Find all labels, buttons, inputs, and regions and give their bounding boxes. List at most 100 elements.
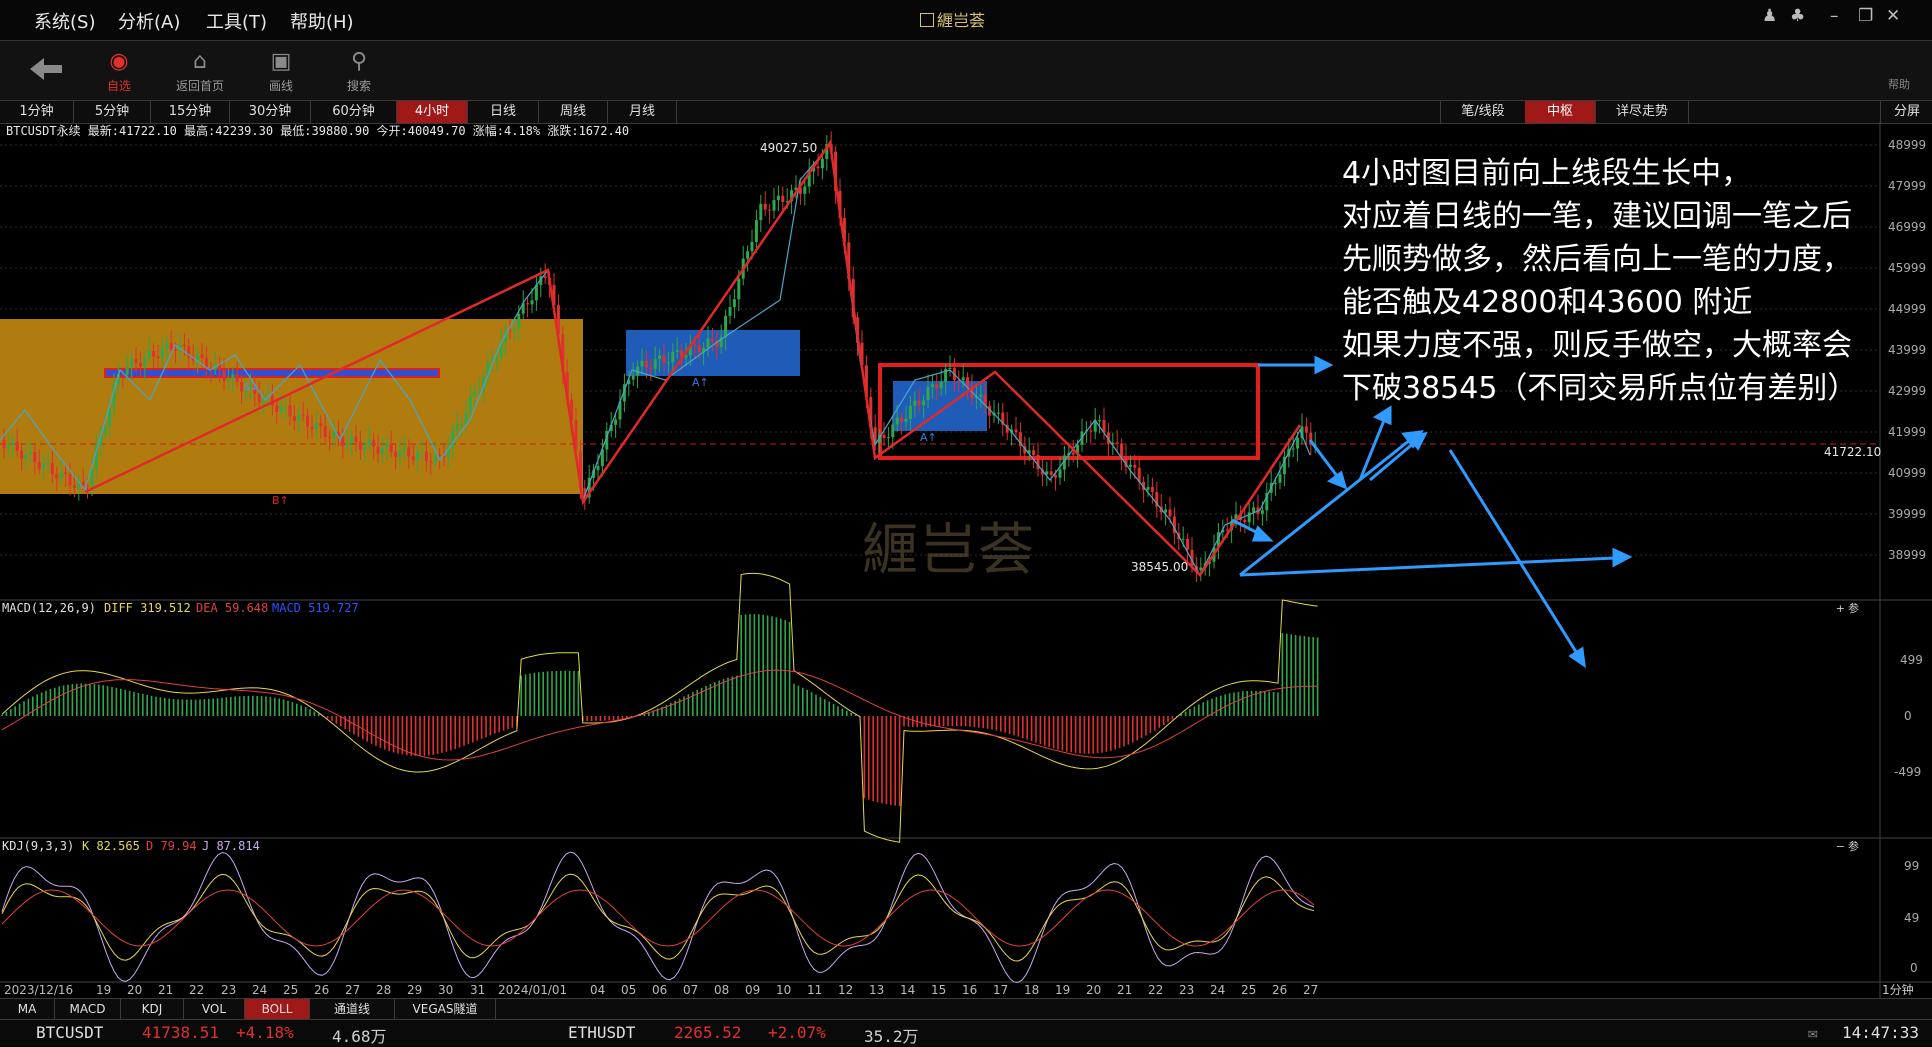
date-tick: 29 bbox=[407, 983, 422, 997]
tab-5min[interactable]: 5分钟 bbox=[74, 101, 151, 123]
macd-bar bbox=[969, 716, 971, 727]
message-icon[interactable]: ✉ bbox=[1808, 1023, 1818, 1042]
macd-bar bbox=[1066, 716, 1068, 752]
kdj-minus-button[interactable]: − bbox=[1836, 840, 1845, 853]
candle-body bbox=[1260, 510, 1264, 514]
candle-body bbox=[341, 436, 345, 447]
date-tick: 13 bbox=[869, 983, 884, 997]
macd-add-button[interactable]: + bbox=[1836, 602, 1845, 615]
indicator-bar: MA MACD KDJ VOL BOLL 通道线 VEGAS隧道 bbox=[0, 998, 1932, 1020]
macd-bar bbox=[507, 716, 509, 730]
restore-icon[interactable]: ❐ bbox=[1858, 6, 1873, 26]
user-icon[interactable]: ♟ bbox=[1762, 6, 1777, 26]
tab-monthly[interactable]: 月线 bbox=[608, 101, 677, 123]
split-screen-button[interactable]: 分屏 bbox=[1880, 101, 1932, 123]
candle-body bbox=[996, 412, 1000, 414]
price-tick: 38999 bbox=[1888, 548, 1926, 562]
tab-weekly[interactable]: 周线 bbox=[539, 101, 608, 123]
home-button[interactable]: ⌂ 返回首页 bbox=[165, 47, 235, 94]
menu-system[interactable]: 系统(S) bbox=[34, 8, 95, 34]
macd-bar bbox=[366, 716, 368, 742]
candle-body bbox=[1054, 474, 1058, 478]
macd-bar bbox=[296, 703, 298, 716]
tab-stroke-segment[interactable]: 笔/线段 bbox=[1440, 101, 1526, 123]
date-tick: 17 bbox=[993, 983, 1008, 997]
date-tick: 10 bbox=[776, 983, 791, 997]
indicator-tab-macd[interactable]: MACD bbox=[55, 999, 121, 1020]
macd-bar bbox=[194, 699, 197, 716]
macd-bar bbox=[762, 614, 764, 716]
minimize-icon[interactable]: – bbox=[1830, 6, 1839, 26]
candle-body bbox=[174, 349, 178, 351]
indicator-tab-vegas[interactable]: VEGAS隧道 bbox=[395, 999, 496, 1020]
candle-body bbox=[394, 451, 398, 457]
macd-param-button[interactable]: 参 bbox=[1848, 601, 1859, 615]
macd-bar bbox=[480, 716, 483, 739]
candle-body bbox=[512, 328, 516, 331]
candle-body bbox=[147, 350, 151, 358]
indicator-tab-vol[interactable]: VOL bbox=[184, 999, 245, 1020]
macd-bar bbox=[392, 716, 395, 753]
indicator-tab-boll[interactable]: BOLL bbox=[245, 999, 310, 1020]
candle-body bbox=[649, 367, 653, 369]
tab-30min[interactable]: 30分钟 bbox=[230, 101, 311, 123]
candle-body bbox=[530, 300, 534, 305]
tab-detailed-trend[interactable]: 详尽走势 bbox=[1596, 101, 1689, 123]
tab-15min[interactable]: 15分钟 bbox=[151, 101, 230, 123]
menu-analysis[interactable]: 分析(A) bbox=[118, 8, 180, 34]
macd-bar bbox=[375, 716, 377, 746]
macd-bar bbox=[344, 716, 346, 730]
menu-help[interactable]: 帮助(H) bbox=[290, 8, 354, 34]
skin-icon[interactable]: ♣ bbox=[1790, 6, 1805, 26]
candle-body bbox=[160, 348, 164, 359]
candle-body bbox=[416, 452, 420, 460]
date-tick: 18 bbox=[1024, 983, 1039, 997]
macd-bar bbox=[348, 716, 351, 732]
candle-body bbox=[706, 338, 710, 349]
ticker-symbol[interactable]: BTCUSDT bbox=[36, 1023, 103, 1042]
candle-body bbox=[2, 440, 6, 449]
tab-60min[interactable]: 60分钟 bbox=[311, 101, 397, 123]
macd-bar bbox=[1118, 716, 1121, 749]
tab-1min[interactable]: 1分钟 bbox=[0, 101, 74, 123]
candle-body bbox=[314, 422, 318, 430]
macd-bar bbox=[304, 707, 307, 716]
tab-daily[interactable]: 日线 bbox=[468, 101, 539, 123]
macd-bar bbox=[370, 716, 373, 744]
macd-bar bbox=[1, 714, 3, 716]
tab-4hour[interactable]: 4小时 bbox=[397, 101, 468, 123]
candle-body bbox=[72, 485, 76, 488]
candle-body bbox=[966, 377, 970, 387]
help-link[interactable]: 帮助 bbox=[1888, 76, 1910, 92]
indicator-tab-kdj[interactable]: KDJ bbox=[121, 999, 184, 1020]
candle-body bbox=[728, 307, 732, 316]
macd-bar bbox=[1039, 716, 1042, 745]
macd-bar bbox=[898, 716, 901, 807]
macd-bar bbox=[973, 716, 976, 727]
draw-line-button[interactable]: ▣ 画线 bbox=[246, 47, 316, 94]
indicator-tab-ma[interactable]: MA bbox=[0, 999, 55, 1020]
draw-line-icon: ▣ bbox=[270, 49, 292, 74]
candle-body bbox=[939, 381, 943, 389]
macd-bar bbox=[1272, 692, 1275, 716]
tab-pivot[interactable]: 中枢 bbox=[1525, 101, 1596, 123]
candle-body bbox=[1186, 538, 1190, 550]
close-icon[interactable]: ✕ bbox=[1886, 6, 1900, 26]
date-tick: 26 bbox=[314, 983, 329, 997]
date-tick: 15 bbox=[931, 983, 946, 997]
macd-bar bbox=[353, 716, 355, 735]
macd-bar bbox=[599, 716, 602, 721]
self-select-button[interactable]: ◉ 自选 bbox=[84, 47, 154, 94]
indicator-tab-channel[interactable]: 通道线 bbox=[310, 999, 395, 1020]
macd-bar bbox=[10, 709, 12, 716]
ticker-symbol[interactable]: ETHUSDT bbox=[568, 1023, 635, 1042]
menu-tools[interactable]: 工具(T) bbox=[206, 8, 267, 34]
search-button[interactable]: ⚲ 搜索 bbox=[324, 47, 394, 94]
macd-bar bbox=[221, 697, 223, 716]
macd-bar bbox=[1184, 711, 1187, 716]
macd-bar bbox=[555, 670, 558, 716]
back-button[interactable] bbox=[28, 55, 64, 87]
macd-bar bbox=[419, 716, 421, 756]
kdj-param-button[interactable]: 参 bbox=[1848, 839, 1859, 853]
macd-bar bbox=[1017, 716, 1020, 737]
